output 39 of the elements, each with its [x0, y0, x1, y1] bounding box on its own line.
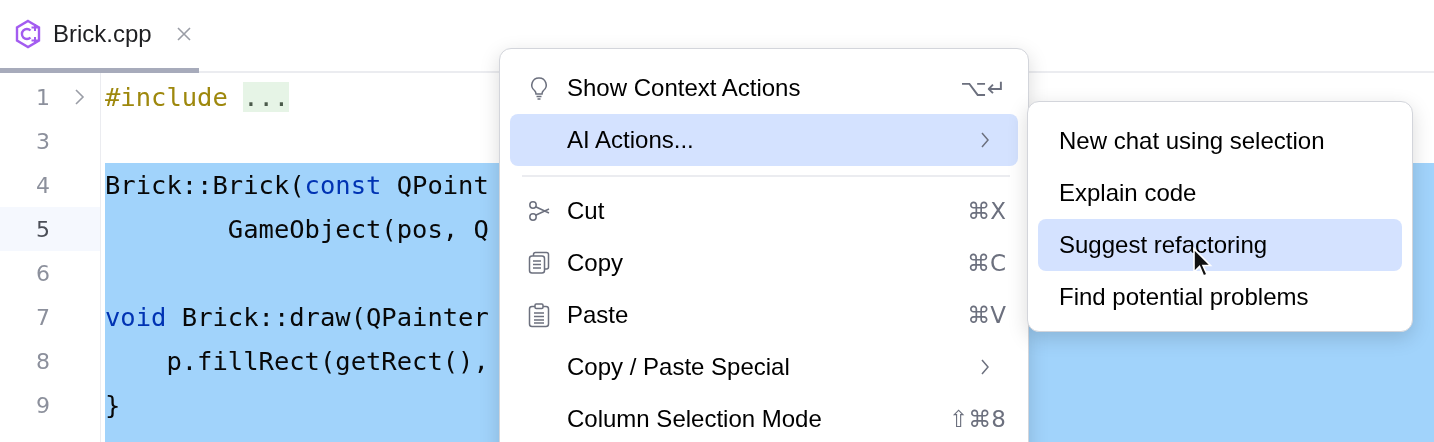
- line-number: 9: [35, 392, 50, 418]
- menu-item[interactable]: Cut ⌘X: [510, 185, 1018, 237]
- copy-icon: [527, 250, 551, 276]
- fold-chevron-icon[interactable]: [73, 88, 85, 106]
- menu-item[interactable]: New chat using selection: [1038, 115, 1402, 167]
- menu-item[interactable]: Explain code: [1038, 167, 1402, 219]
- menu-item[interactable]: Find potential problems: [1038, 271, 1402, 323]
- shortcut-hint: ⌥↵: [960, 75, 1006, 101]
- menu-item[interactable]: Copy / Paste Special: [510, 341, 1018, 393]
- scissors-icon: [527, 198, 551, 224]
- shortcut-hint: ⇧⌘8: [949, 406, 1006, 432]
- line-number: 1: [35, 84, 50, 110]
- file-tab[interactable]: Brick.cpp: [0, 0, 199, 73]
- menu-item[interactable]: Suggest refactoring: [1038, 219, 1402, 271]
- line-number: 4: [35, 172, 50, 198]
- chevron-right-icon: [980, 358, 990, 376]
- menu-item[interactable]: Paste ⌘V: [510, 289, 1018, 341]
- line-number: 7: [35, 304, 50, 330]
- line-number: 5: [35, 216, 50, 242]
- menu-item[interactable]: Copy ⌘C: [510, 237, 1018, 289]
- code-line: p.fillRect(getRect(),: [165, 346, 489, 376]
- shortcut-hint: ⌘X: [967, 198, 1006, 224]
- close-icon[interactable]: [175, 26, 192, 42]
- menu-item[interactable]: Show Context Actions ⌥↵: [510, 62, 1018, 114]
- code-line: Brick::Brick(const QPoint: [105, 170, 489, 200]
- shortcut-hint: ⌘C: [966, 250, 1006, 276]
- line-number: 8: [35, 348, 50, 374]
- menu-item[interactable]: Column Selection Mode ⇧⌘8: [510, 393, 1018, 442]
- code-line: #include ...: [105, 82, 290, 112]
- code-line: }: [105, 390, 121, 420]
- code-line: GameObject(pos, Q: [226, 214, 489, 244]
- shortcut-hint: ⌘V: [967, 302, 1006, 328]
- cpp-file-icon: [13, 19, 43, 49]
- clipboard-icon: [527, 302, 551, 328]
- line-number: 6: [35, 260, 50, 286]
- menu-item[interactable]: AI Actions...: [510, 114, 1018, 166]
- code-line: void Brick::draw(QPainter: [105, 302, 489, 332]
- line-number: 3: [35, 128, 50, 154]
- chevron-right-icon: [980, 131, 990, 149]
